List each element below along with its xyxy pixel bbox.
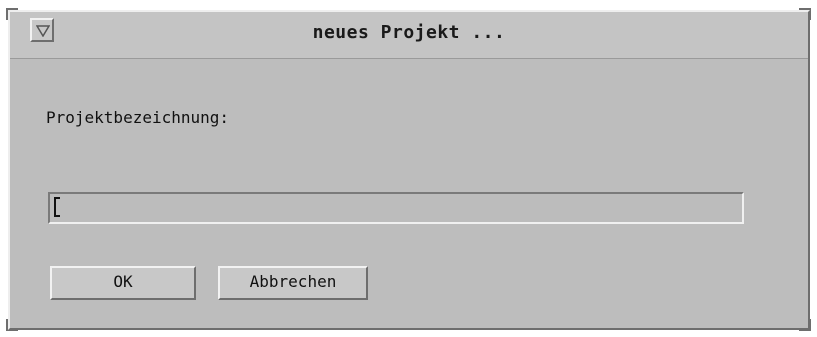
cancel-button[interactable]: Abbrechen [218,266,368,300]
dialog-window: neues Projekt ... Projektbezeichnung: OK… [8,10,810,330]
text-cursor [54,197,60,217]
project-name-label: Projektbezeichnung: [46,108,230,127]
project-name-input[interactable] [48,192,744,224]
title-bar[interactable]: neues Projekt ... [10,12,808,59]
window-title: neues Projekt ... [312,22,506,43]
ok-button[interactable]: OK [50,266,196,300]
